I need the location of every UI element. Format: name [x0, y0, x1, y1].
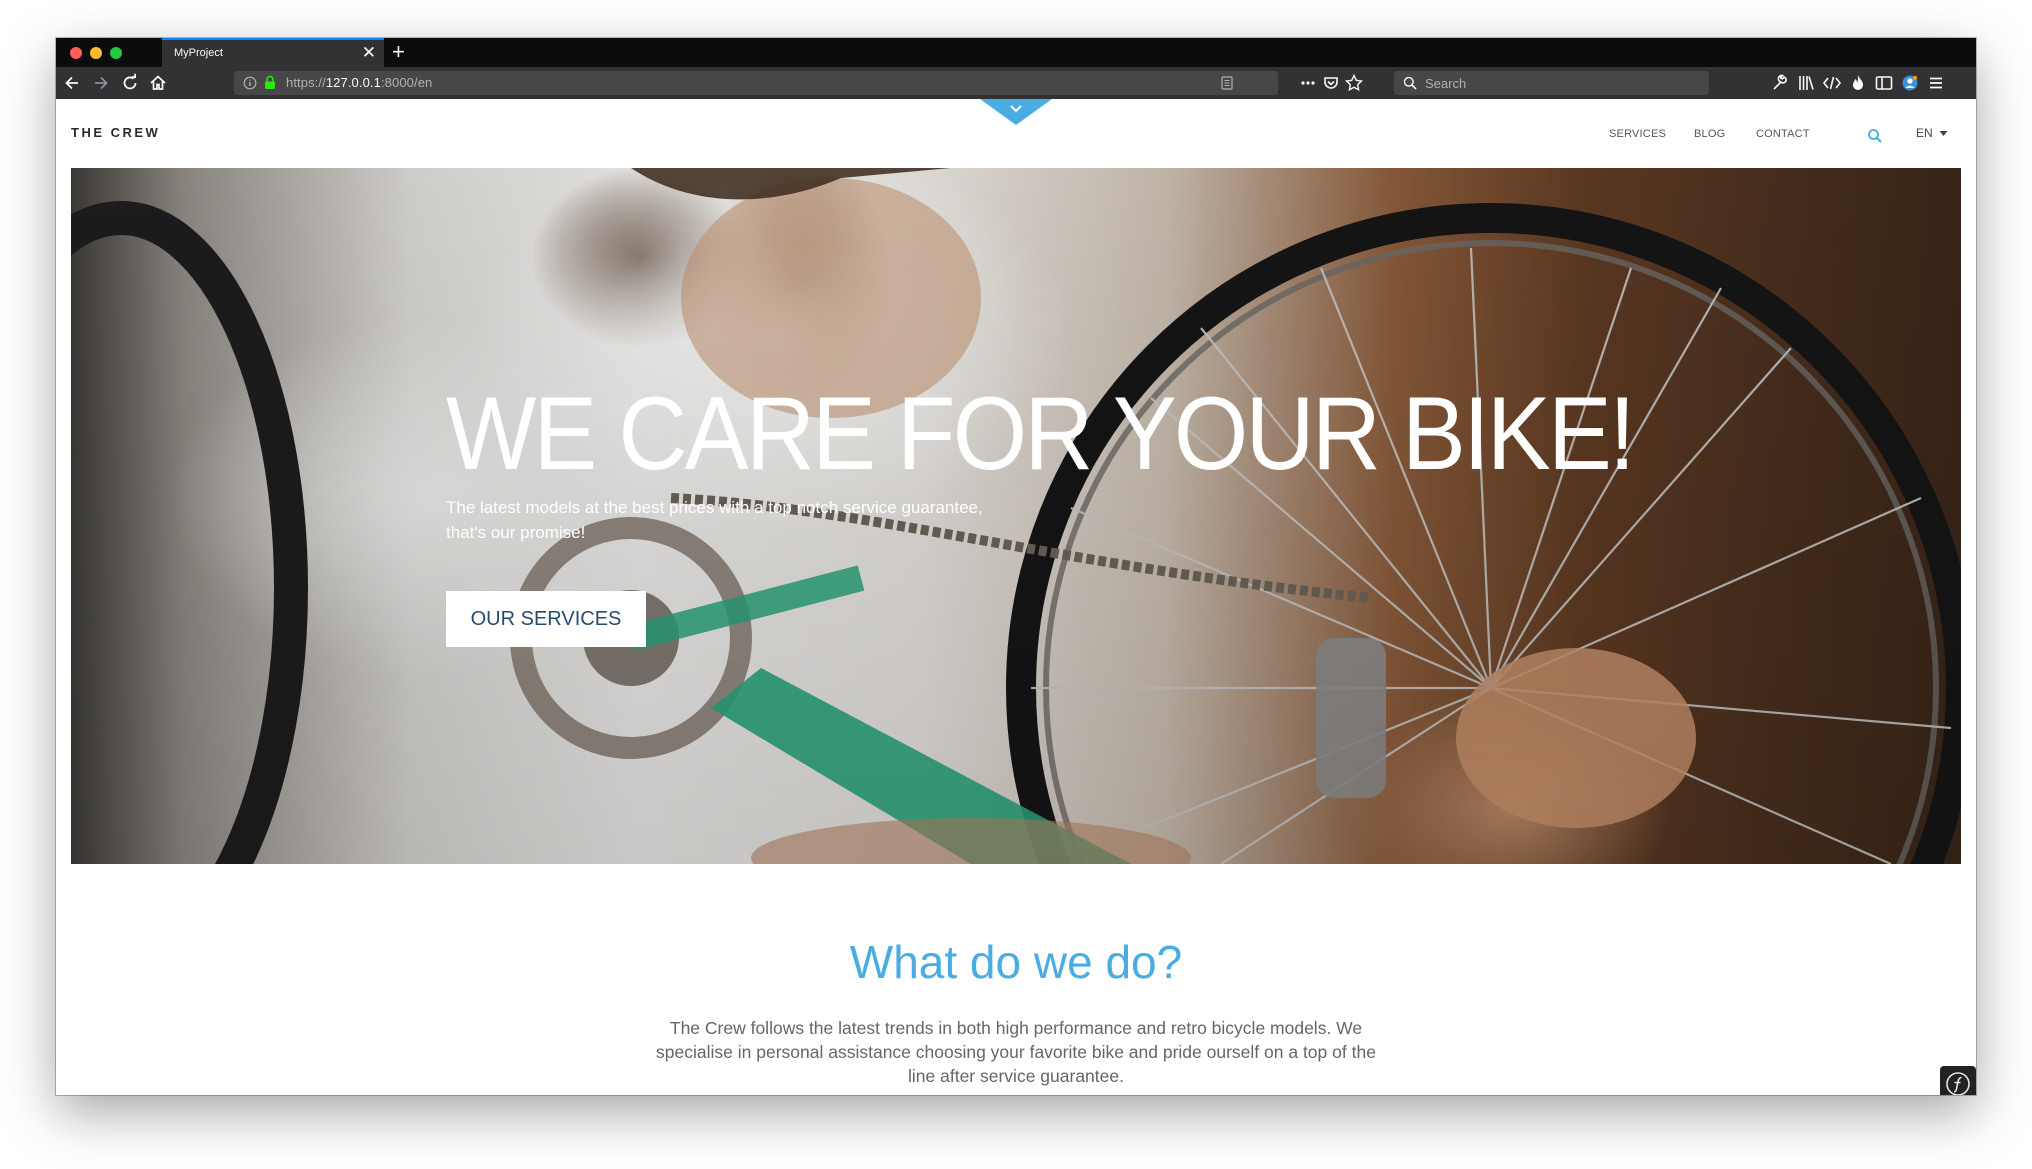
caret-down-icon [1939, 131, 1948, 136]
wrench-icon[interactable] [1770, 73, 1790, 93]
reload-icon[interactable] [120, 73, 140, 93]
url-text[interactable]: https://127.0.0.1:8000/en [286, 75, 432, 90]
url-path: :8000/en [380, 75, 433, 90]
fire-icon[interactable] [1848, 73, 1868, 93]
url-scheme: https:// [286, 75, 326, 90]
hero-banner: WE CARE FOR YOUR BIKE! The latest models… [71, 168, 1961, 864]
symfony-toolbar-toggle[interactable] [1940, 1066, 1976, 1095]
minimize-window-button[interactable] [90, 47, 102, 59]
tab-close-icon[interactable]: ✕ [362, 43, 376, 63]
our-services-button[interactable]: OUR SERVICES [446, 591, 646, 647]
library-icon[interactable] [1796, 73, 1816, 93]
search-icon[interactable] [1867, 128, 1883, 144]
lock-icon[interactable] [263, 75, 277, 90]
close-window-button[interactable] [70, 47, 82, 59]
hero-subtitle: The latest models at the best prices wit… [446, 498, 983, 542]
pocket-icon[interactable] [1321, 73, 1341, 93]
new-tab-button[interactable]: + [392, 38, 405, 66]
symfony-icon [1946, 1072, 1970, 1095]
nav-blog[interactable]: BLOG [1694, 128, 1725, 140]
more-icon[interactable] [1298, 73, 1318, 93]
tab-myproject[interactable]: MyProject ✕ [162, 38, 384, 67]
search-bar[interactable]: Search [1394, 71, 1709, 95]
section-title: What do we do? [849, 936, 1183, 988]
site-logo[interactable]: THE CREW [71, 125, 160, 140]
tab-bar: MyProject ✕ + [56, 38, 1976, 67]
home-icon[interactable] [148, 73, 168, 93]
account-icon[interactable] [1900, 73, 1920, 93]
devtools-icon[interactable] [1822, 73, 1842, 93]
sidebar-icon[interactable] [1874, 73, 1894, 93]
toolbar-toggle-tab[interactable] [980, 99, 1052, 125]
forward-icon[interactable] [91, 73, 111, 93]
language-selector[interactable]: EN [1916, 126, 1948, 140]
website-viewport: THE CREW SERVICES BLOG CONTACT EN WE CAR… [56, 99, 1976, 1095]
maximize-window-button[interactable] [110, 47, 122, 59]
info-icon[interactable] [243, 76, 257, 90]
tab-title: MyProject [174, 47, 223, 59]
url-host: 127.0.0.1 [325, 75, 381, 90]
url-bar[interactable]: https://127.0.0.1:8000/en [234, 71, 1278, 95]
language-label: EN [1916, 126, 1933, 140]
search-icon [1403, 76, 1417, 90]
star-icon[interactable] [1344, 73, 1364, 93]
menu-icon[interactable] [1926, 73, 1946, 93]
nav-services[interactable]: SERVICES [1609, 128, 1666, 140]
navigation-toolbar: https://127.0.0.1:8000/en Search [56, 67, 1976, 99]
search-input[interactable]: Search [1425, 76, 1466, 91]
nav-contact[interactable]: CONTACT [1756, 128, 1810, 140]
hero-title: WE CARE FOR YOUR BIKE! [446, 376, 1636, 492]
reader-mode-icon[interactable] [1220, 76, 1234, 90]
browser-window: MyProject ✕ + https://127.0.0.1:8000/en … [56, 38, 1976, 1095]
back-icon[interactable] [62, 73, 82, 93]
section-description: The Crew follows the latest trends in bo… [656, 1018, 1376, 1086]
